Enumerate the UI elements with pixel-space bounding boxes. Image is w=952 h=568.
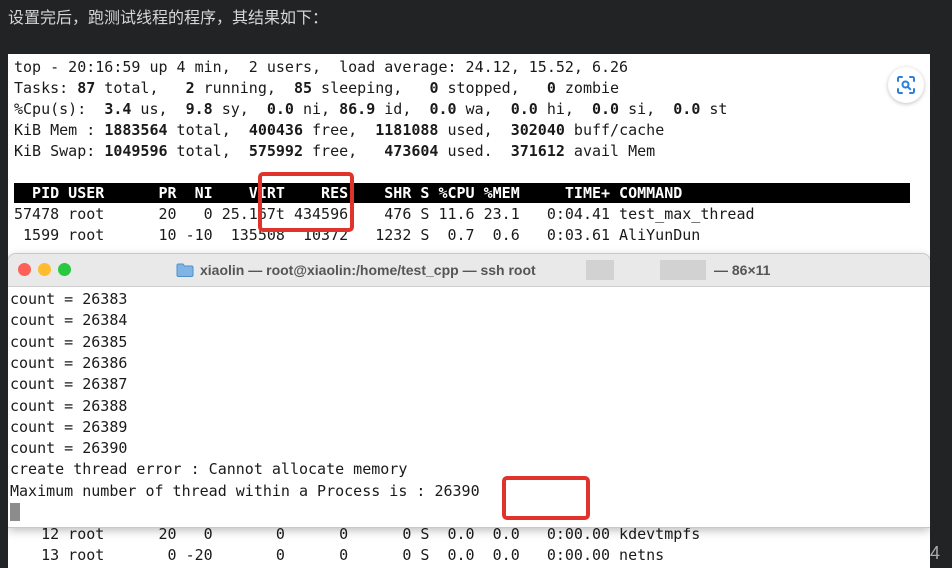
summary-segment: free, xyxy=(303,142,385,160)
summary-segment: used, xyxy=(438,121,511,139)
terminal-window: xiaolin — root@xiaolin:/home/test_cpp — … xyxy=(8,254,930,527)
zoom-button[interactable] xyxy=(58,263,71,276)
summary-segment: avail Mem xyxy=(564,142,656,160)
summary-segment: 87 xyxy=(77,79,96,97)
summary-segment: total, xyxy=(95,79,186,97)
terminal-size: — 86×11 xyxy=(714,262,771,278)
minimize-button[interactable] xyxy=(38,263,51,276)
terminal-line: count = 26387 xyxy=(10,375,128,394)
summary-segment: 0.0 xyxy=(673,100,701,118)
top-summary-line: KiB Swap: 1049596 total, 575992 free, 47… xyxy=(14,141,655,162)
thread-count-highlight-box xyxy=(502,476,590,520)
watermark: https://blog.csdn.net/qq_34827674 xyxy=(663,543,940,563)
summary-segment: Tasks: xyxy=(14,79,78,97)
process-row: 1599 root 10 -10 135508 10372 1232 S 0.7… xyxy=(14,226,701,244)
summary-segment: sleeping, xyxy=(312,79,430,97)
summary-segment: %Cpu(s): xyxy=(14,100,105,118)
terminal-title: xiaolin — root@xiaolin:/home/test_cpp — … xyxy=(200,262,536,278)
summary-segment: buff/cache xyxy=(564,121,665,139)
summary-segment: 86.9 xyxy=(339,100,376,118)
top-summary-line: top - 20:16:59 up 4 min, 2 users, load a… xyxy=(14,57,628,78)
top-summary-line: Tasks: 87 total, 2 running, 85 sleeping,… xyxy=(14,78,619,99)
terminal-line: count = 26388 xyxy=(10,396,128,415)
terminal-titlebar: xiaolin — root@xiaolin:/home/test_cpp — … xyxy=(8,254,930,287)
terminal-line: count = 26390 xyxy=(10,439,128,458)
summary-segment: 400436 xyxy=(248,121,303,139)
terminal-line: count = 26384 xyxy=(10,311,128,330)
summary-segment: free, xyxy=(303,121,376,139)
summary-segment: id, xyxy=(375,100,430,118)
terminal-cursor xyxy=(10,503,20,521)
screenshot-panel: top - 20:16:59 up 4 min, 2 users, load a… xyxy=(8,54,930,568)
summary-segment: KiB Swap: xyxy=(14,142,105,160)
summary-segment: st xyxy=(700,100,728,118)
summary-segment: 575992 xyxy=(248,142,303,160)
summary-segment: 371612 xyxy=(510,142,565,160)
terminal-line: count = 26386 xyxy=(10,353,128,372)
summary-segment: us, xyxy=(131,100,186,118)
summary-segment: total, xyxy=(167,121,249,139)
summary-segment: 302040 xyxy=(510,121,565,139)
redaction-block xyxy=(586,260,614,280)
summary-segment: 3.4 xyxy=(104,100,132,118)
top-summary-line: KiB Mem : 1883564 total, 400436 free, 11… xyxy=(14,120,664,141)
summary-segment: sy, xyxy=(212,100,267,118)
top-summary-line: %Cpu(s): 3.4 us, 9.8 sy, 0.0 ni, 86.9 id… xyxy=(14,99,727,120)
summary-segment: 1049596 xyxy=(104,142,168,160)
summary-segment: 1181088 xyxy=(375,121,439,139)
summary-segment: used. xyxy=(438,142,511,160)
process-row: 57478 root 20 0 25.167t 434596 476 S 11.… xyxy=(14,205,755,223)
summary-segment: 85 xyxy=(293,79,313,97)
summary-segment: 0.0 xyxy=(592,100,620,118)
redaction-block xyxy=(660,260,706,280)
summary-segment: top - 20:16:59 up 4 min, 2 users, load a… xyxy=(14,58,629,76)
summary-segment: 9.8 xyxy=(185,100,213,118)
summary-segment: wa, xyxy=(456,100,511,118)
summary-segment: 2 xyxy=(185,79,195,97)
summary-segment: 0 xyxy=(546,79,556,97)
process-row: 12 root 20 0 0 0 0 S 0.0 0.0 0:00.00 kde… xyxy=(14,525,701,543)
summary-segment: 0.0 xyxy=(510,100,538,118)
terminal-line: create thread error : Cannot allocate me… xyxy=(10,460,408,479)
summary-segment: hi, xyxy=(537,100,592,118)
terminal-line: count = 26383 xyxy=(10,290,128,308)
close-button[interactable] xyxy=(18,263,31,276)
summary-segment: 0.0 xyxy=(429,100,457,118)
terminal-line: count = 26385 xyxy=(10,332,128,351)
summary-segment: si, xyxy=(619,100,674,118)
summary-segment: stopped, xyxy=(438,79,547,97)
summary-segment: 473604 xyxy=(384,142,439,160)
process-table-header: PID USER PR NI VIRT RES SHR S %CPU %MEM … xyxy=(14,183,910,203)
folder-icon xyxy=(176,263,194,277)
caption-text: 设置完后，跑测试线程的程序，其结果如下： xyxy=(8,8,329,27)
summary-segment: 1883564 xyxy=(104,121,168,139)
summary-segment: zombie xyxy=(555,79,620,97)
summary-segment: 0.0 xyxy=(266,100,294,118)
scan-icon[interactable] xyxy=(888,67,924,103)
summary-segment: KiB Mem : xyxy=(14,121,105,139)
terminal-line: count = 26389 xyxy=(10,417,128,436)
summary-segment: running, xyxy=(194,79,294,97)
summary-segment: total, xyxy=(167,142,249,160)
process-row: 13 root 0 -20 0 0 0 S 0.0 0.0 0:00.00 ne… xyxy=(14,546,665,564)
summary-segment: ni, xyxy=(293,100,340,118)
terminal-line: Maximum number of thread within a Proces… xyxy=(10,481,480,500)
